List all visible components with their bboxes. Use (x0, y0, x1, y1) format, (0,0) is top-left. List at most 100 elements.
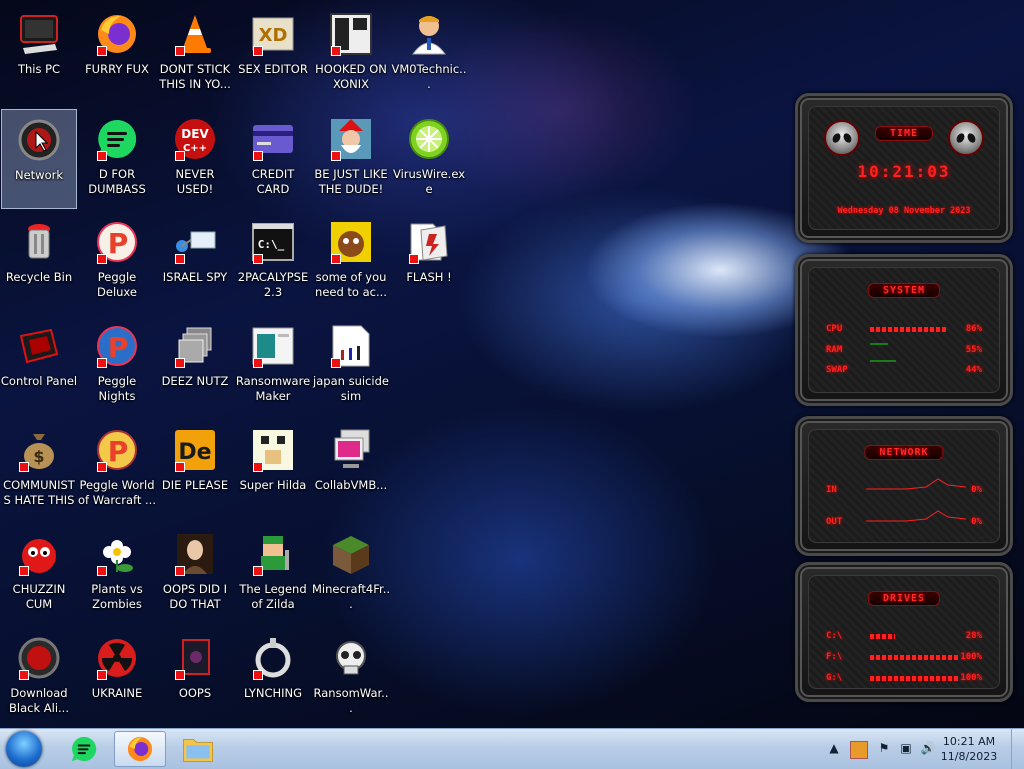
command-prompt-icon: C:\_ (249, 218, 297, 266)
time-title: TIME (874, 126, 934, 141)
drives-row-c: C:\ 28% (826, 631, 982, 641)
svg-text:C++: C++ (183, 143, 207, 154)
desktop-icon-chuzzin-cum[interactable]: CHUZZIN CUM (1, 524, 77, 624)
desktop-icon-never-used[interactable]: DEV C++ NEVER USED! (157, 109, 233, 209)
desktop-icon-collabvm[interactable]: CollabVMB... (313, 420, 389, 520)
vlc-cone-icon (171, 10, 219, 58)
network-row-out: OUT 0% (826, 510, 982, 527)
icon-label: The Legend of Zilda (239, 582, 307, 611)
icon-label: NEVER USED! (175, 167, 215, 196)
desktop-icon-sex-editor[interactable]: XD SEX EDITOR (235, 4, 311, 104)
desktop-icon-ransomwar[interactable]: RansomWar... (313, 628, 389, 728)
icon-label: japan suicide sim (313, 374, 389, 403)
row-value: 28% (965, 631, 982, 641)
icon-label: some of you need to ac... (315, 270, 387, 299)
row-label: G:\ (826, 673, 843, 683)
desktop-icon-network[interactable]: Network (1, 109, 77, 209)
pixel-hero-icon (249, 530, 297, 578)
desktop-icon-this-pc[interactable]: This PC (1, 4, 77, 104)
desktop-icon-ukraine[interactable]: UKRAINE (79, 628, 155, 728)
system-tray: ▲ ⚑ ▣ 🔊 10:21 AM 11/8/2023 (814, 729, 1024, 769)
control-panel-icon (15, 322, 63, 370)
icon-label: OOPS DID I DO THAT (162, 582, 228, 611)
desktop-icon-furry-fux[interactable]: FURRY FUX (79, 4, 155, 104)
row-label: RAM (826, 345, 843, 355)
noose-icon (249, 634, 297, 682)
firefox-icon (93, 10, 141, 58)
icon-label: FLASH ! (406, 270, 452, 284)
desktop-icon-vm0technic[interactable]: VM0Technic... (391, 4, 467, 104)
system-row-swap: SWAP 44% (826, 360, 982, 375)
desktop-icon-israel-spy[interactable]: ISRAEL SPY (157, 212, 233, 312)
desktop-icon-some-of-you[interactable]: some of you need to ac... (313, 212, 389, 312)
start-button[interactable] (6, 731, 42, 767)
icon-label: 2PACALYPSE 2.3 (237, 270, 309, 299)
icon-label: VM0Technic... (391, 62, 467, 91)
alien-head-icon (948, 120, 984, 156)
svg-text:C:\_: C:\_ (258, 238, 285, 251)
show-desktop-button[interactable] (1011, 729, 1024, 769)
desktop-icon-oops-did-i[interactable]: OOPS DID I DO THAT (157, 524, 233, 624)
desktop-icon-japan-suicide-sim[interactable]: japan suicide sim (313, 316, 389, 416)
desktop-icon-peggle-deluxe[interactable]: P Peggle Deluxe (79, 212, 155, 312)
desktop-icon-recycle-bin[interactable]: Recycle Bin (1, 212, 77, 312)
desktop-icon-legend-of-zilda[interactable]: The Legend of Zilda (235, 524, 311, 624)
desktop-icon-peggle-nights[interactable]: P Peggle Nights Deluxe (79, 316, 155, 416)
network-status-icon[interactable]: ▣ (898, 741, 914, 757)
desktop-icon-be-just-like[interactable]: BE JUST LIKE THE DUDE! (313, 109, 389, 209)
show-hidden-icons-icon[interactable]: ▲ (826, 741, 842, 757)
row-value: 0% (971, 517, 982, 527)
desktop-icon-die-please[interactable]: De DIE PLEASE (157, 420, 233, 520)
desktop-icon-download-black-ali[interactable]: Download Black Ali... (1, 628, 77, 728)
taskbar-app-explorer[interactable] (172, 731, 224, 767)
icon-label: CHUZZIN CUM (12, 582, 66, 611)
desktop-icon-super-hilda[interactable]: Super Hilda (235, 420, 311, 520)
desktop-icon-peggle-wow[interactable]: P Peggle World of Warcraft ... (78, 420, 156, 520)
row-label: OUT (826, 517, 843, 527)
desktop-icon-communists[interactable]: $ COMMUNISTS HATE THIS G... (1, 420, 77, 520)
widget-drives-panel: DRIVES C:\ 28% F:\ 100% G:\ 100% (795, 562, 1013, 702)
taskbar-app-firefox[interactable] (114, 731, 166, 767)
icon-label: Recycle Bin (5, 270, 73, 284)
desktop-icon-control-panel[interactable]: Control Panel (1, 316, 77, 416)
desktop-icon-viruswire[interactable]: VirusWire.exe (391, 109, 467, 209)
drive-g-bar (870, 676, 958, 681)
icon-label: SEX EDITOR (238, 62, 308, 76)
action-center-flag-icon[interactable]: ⚑ (876, 741, 892, 757)
desktop-icon-deez-nutz[interactable]: DEEZ NUTZ (157, 316, 233, 416)
row-value: 55% (965, 345, 982, 355)
icon-label: Download Black Ali... (9, 686, 69, 715)
row-value: 0% (971, 485, 982, 495)
folder-doc-icon (405, 218, 453, 266)
row-label: F:\ (826, 652, 843, 662)
de-icon: De (171, 426, 219, 474)
desktop-icon-flash[interactable]: FLASH ! (391, 212, 467, 312)
desktop-icon-oops[interactable]: OOPS (157, 628, 233, 728)
skull-icon (327, 634, 375, 682)
icon-label: Super Hilda (239, 478, 307, 492)
row-label: CPU (826, 324, 843, 334)
widget-system-panel: SYSTEM CPU 86% RAM 55% SWAP 44% (795, 254, 1013, 406)
tray-app-icon[interactable] (850, 741, 868, 759)
peggle-icon: P (93, 218, 141, 266)
santa-icon (327, 115, 375, 163)
drives-row-f: F:\ 100% (826, 652, 982, 662)
clock-date: 11/8/2023 (940, 750, 998, 763)
desktop-icon-lynching[interactable]: LYNCHING (235, 628, 311, 728)
windows-stack-icon (171, 322, 219, 370)
desktop-icon-credit-card[interactable]: CREDIT CARD CHECKER (235, 109, 311, 209)
desktop-icon-ransomware-maker[interactable]: Ransomware Maker Build... (235, 316, 311, 416)
desktop-icon-minecraft[interactable]: Minecraft4Fr... (312, 524, 390, 624)
taskbar-clock[interactable]: 10:21 AM 11/8/2023 (934, 734, 1004, 764)
desktop-icon-d-for-dumbass[interactable]: D FOR DUMBASS (79, 109, 155, 209)
desktop-icon-plants-vs-zombies[interactable]: Plants vs Zombies (79, 524, 155, 624)
drives-title: DRIVES (867, 591, 941, 606)
icon-label: Control Panel (0, 374, 78, 388)
taskbar-app-chat[interactable] (58, 731, 110, 767)
desktop-icon-hooked-on-xonix[interactable]: HOOKED ON XONIX (313, 4, 389, 104)
alienware-icon (15, 634, 63, 682)
system-row-ram: RAM 55% (826, 343, 982, 355)
credit-card-icon (249, 115, 297, 163)
desktop-icon-2pacalypse[interactable]: C:\_ 2PACALYPSE 2.3 (235, 212, 311, 312)
desktop-icon-dont-stick[interactable]: DONT STICK THIS IN YO... (157, 4, 233, 104)
